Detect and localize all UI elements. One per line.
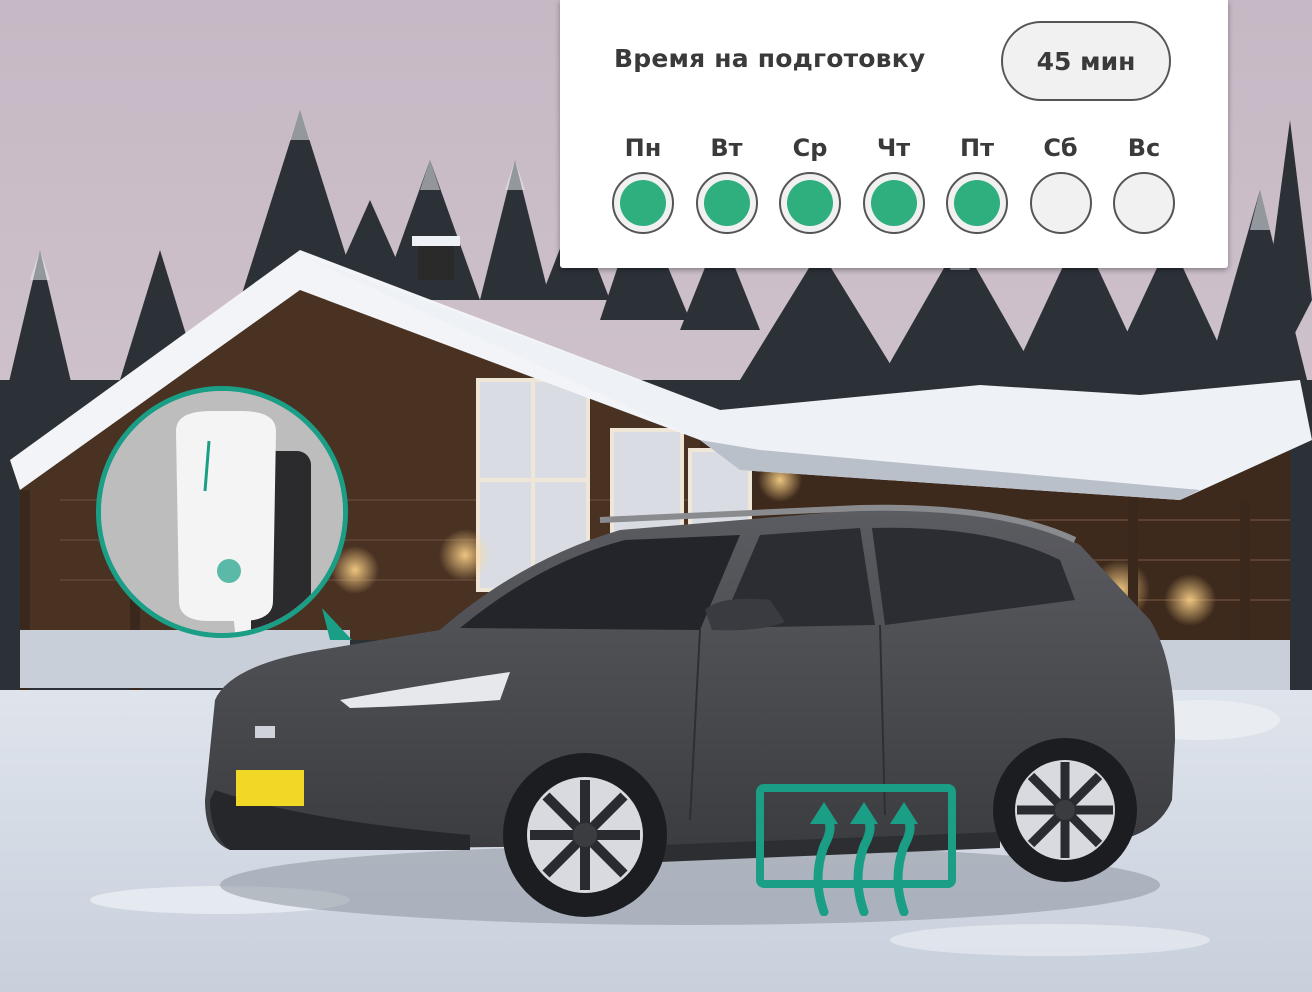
- day-friday[interactable]: Пт: [946, 132, 1008, 234]
- weekday-selector: Пн Вт Ср Чт Пт Сб Вс: [612, 132, 1175, 234]
- day-toggle[interactable]: [612, 172, 674, 234]
- battery-heating-icon: [756, 784, 956, 917]
- day-toggle[interactable]: [1113, 172, 1175, 234]
- day-toggle[interactable]: [695, 172, 758, 234]
- battery-heating-indicator: [756, 784, 956, 917]
- day-tuesday[interactable]: Вт: [695, 132, 758, 234]
- day-label: Вт: [710, 134, 743, 162]
- day-sunday[interactable]: Вс: [1113, 132, 1175, 234]
- preparation-duration-button[interactable]: 45 мин: [1001, 21, 1171, 101]
- day-toggle[interactable]: [779, 172, 841, 234]
- day-wednesday[interactable]: Ср: [779, 132, 841, 234]
- day-thursday[interactable]: Чт: [862, 132, 925, 234]
- day-label: Вс: [1127, 134, 1161, 162]
- wallbox-charger-inset: [96, 386, 348, 638]
- wallbox-charger-icon: [101, 391, 343, 633]
- day-label: Ср: [792, 134, 828, 162]
- preheat-schedule-card: Время на подготовку 45 мин Пн Вт Ср Чт П…: [560, 0, 1228, 268]
- day-toggle[interactable]: [946, 172, 1008, 234]
- day-toggle[interactable]: [862, 172, 925, 234]
- day-label: Сб: [1043, 134, 1078, 162]
- day-label: Пн: [624, 134, 662, 162]
- day-monday[interactable]: Пн: [612, 132, 674, 234]
- day-label: Пт: [960, 134, 994, 162]
- day-toggle[interactable]: [1029, 172, 1092, 234]
- day-saturday[interactable]: Сб: [1029, 132, 1092, 234]
- preparation-time-label: Время на подготовку: [614, 44, 926, 73]
- day-label: Чт: [876, 134, 911, 162]
